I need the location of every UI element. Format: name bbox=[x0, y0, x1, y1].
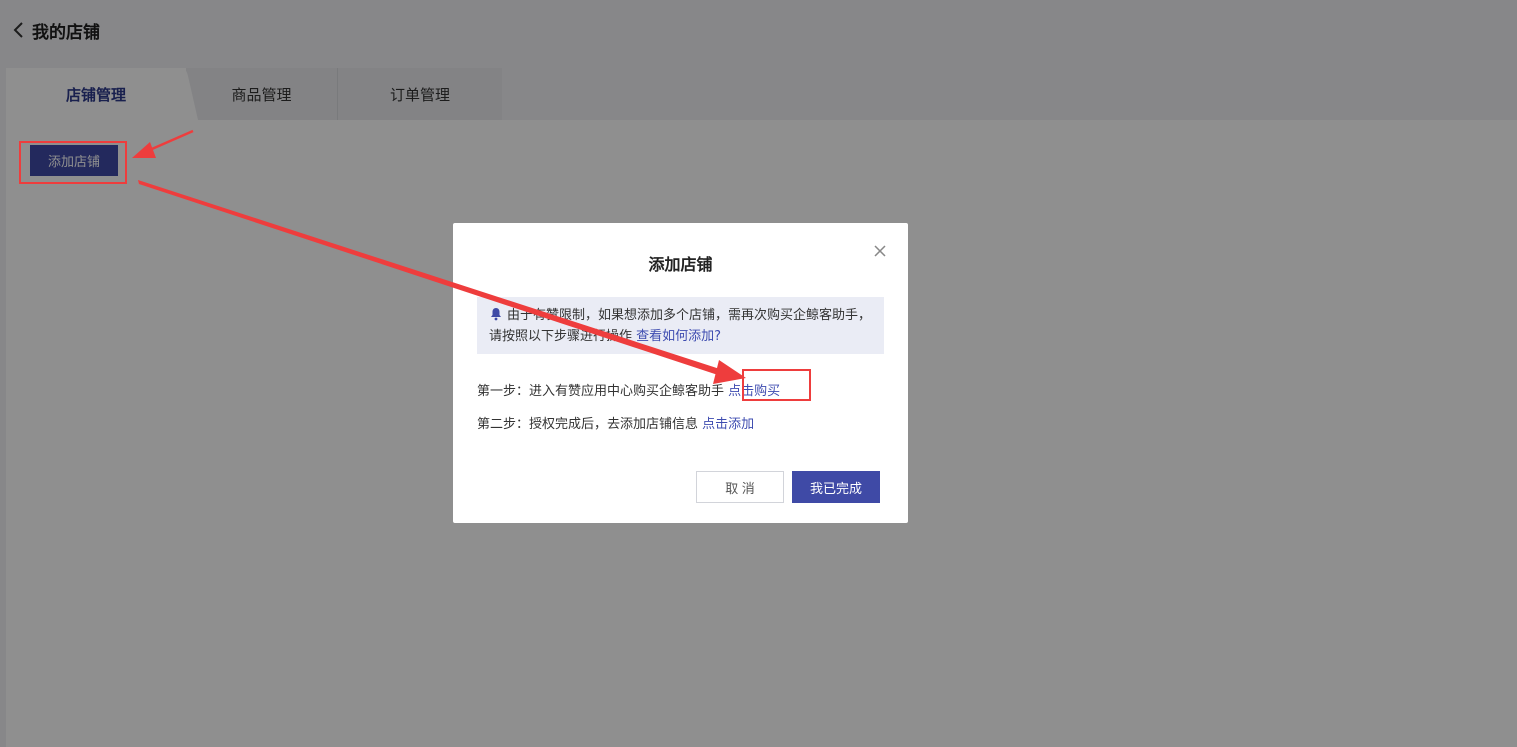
annotation-box-buy-link bbox=[742, 369, 811, 401]
bell-icon bbox=[491, 308, 501, 321]
close-icon bbox=[874, 245, 886, 257]
close-button[interactable] bbox=[870, 241, 890, 261]
step-two: 第二步：授权完成后，去添加店铺信息 点击添加 bbox=[477, 413, 754, 432]
page: 我的店铺 商品管理 订单管理 店铺管理 添加店铺 添加店铺 由于有赞限制，如果想… bbox=[0, 0, 1517, 747]
notice-banner: 由于有赞限制，如果想添加多个店铺，需再次购买企鲸客助手，请按照以下步骤进行操作 … bbox=[477, 297, 884, 354]
step-one: 第一步：进入有赞应用中心购买企鲸客助手 点击购买 bbox=[477, 380, 780, 399]
step-two-text: 第二步：授权完成后，去添加店铺信息 bbox=[477, 417, 699, 432]
dialog-title: 添加店铺 bbox=[648, 255, 713, 274]
add-link[interactable]: 点击添加 bbox=[702, 417, 754, 432]
add-store-dialog: 添加店铺 由于有赞限制，如果想添加多个店铺，需再次购买企鲸客助手，请按照以下步骤… bbox=[453, 223, 908, 523]
annotation-box-add-store bbox=[19, 141, 127, 184]
how-to-add-link[interactable]: 查看如何添加? bbox=[636, 329, 721, 344]
done-button[interactable]: 我已完成 bbox=[792, 471, 880, 503]
cancel-button[interactable]: 取 消 bbox=[696, 471, 784, 503]
step-one-text: 第一步：进入有赞应用中心购买企鲸客助手 bbox=[477, 384, 725, 399]
